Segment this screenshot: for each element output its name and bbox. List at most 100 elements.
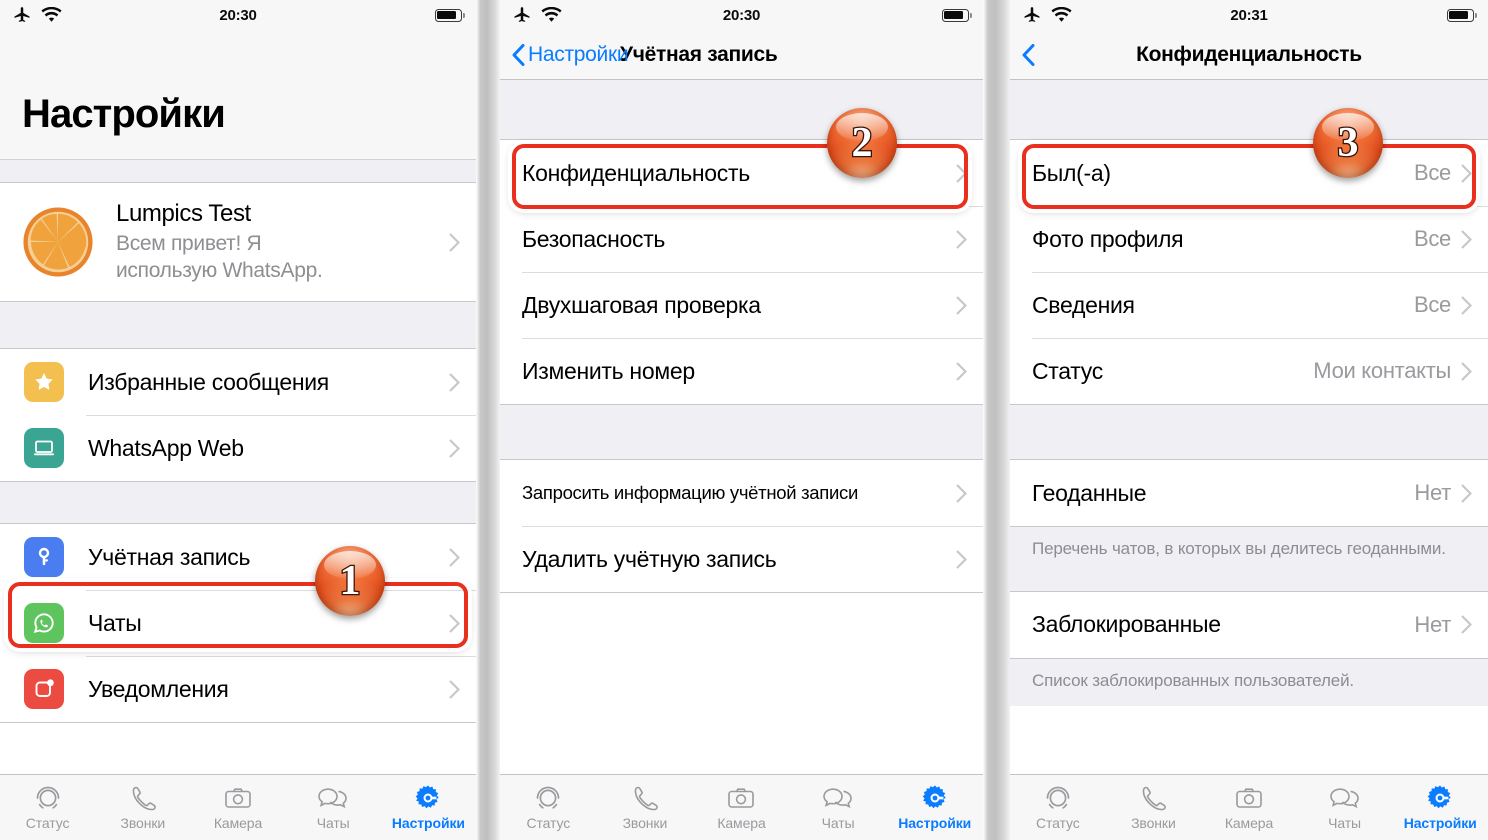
tab-settings[interactable]: Настройки (1392, 784, 1488, 831)
phone-icon (132, 786, 156, 811)
profile-row[interactable]: Lumpics Test Всем привет! Я использую Wh… (0, 183, 476, 301)
tab-label: Чаты (821, 815, 855, 831)
camera-icon (225, 788, 251, 808)
chevron-right-icon (449, 679, 460, 699)
tab-camera[interactable]: Камера (693, 784, 790, 831)
chevron-right-icon (449, 547, 460, 567)
step-badge-3-number: 3 (1336, 120, 1360, 166)
tab-bar: Статус Звонки Камера Чаты Настройки (0, 774, 476, 840)
row-status[interactable]: Статус Мои контакты (1010, 338, 1488, 404)
chevron-right-icon (956, 483, 967, 503)
row-label: Двухшаговая проверка (522, 291, 761, 318)
back-button[interactable]: Настройки (512, 42, 629, 67)
tab-status[interactable]: Статус (500, 784, 597, 831)
row-label: Чаты (88, 609, 142, 636)
tab-label: Камера (1224, 815, 1274, 831)
phone-icon (634, 786, 658, 811)
section-spacer (1010, 80, 1488, 139)
tab-bar: Статус Звонки Камера Чаты Настройки (1010, 774, 1488, 840)
row-label: Сведения (1032, 291, 1135, 318)
row-delete-account[interactable]: Удалить учётную запись (500, 526, 983, 592)
section-spacer (0, 160, 476, 182)
row-change-number[interactable]: Изменить номер (500, 338, 983, 404)
row-value: Все (1413, 226, 1451, 251)
sidebar-item-whatsapp-web[interactable]: WhatsApp Web (0, 415, 476, 481)
section-spacer (0, 482, 476, 523)
battery-icon (435, 8, 466, 22)
tab-calls[interactable]: Звонки (95, 784, 190, 831)
row-two-step-verification[interactable]: Двухшаговая проверка (500, 272, 983, 338)
tab-chats[interactable]: Чаты (286, 784, 381, 831)
tab-status[interactable]: Статус (0, 784, 95, 831)
nav-bar: Конфиденциальность (1010, 30, 1488, 80)
footnote-blocked: Список заблокированных пользователей. (1010, 658, 1488, 707)
row-value: Все (1413, 292, 1451, 317)
profile-status: Всем привет! Я использую WhatsApp. (116, 231, 323, 282)
row-label: Избранные сообщения (88, 368, 329, 395)
tab-camera[interactable]: Камера (1201, 784, 1297, 831)
orange-slice-avatar (23, 207, 93, 277)
chevron-right-icon (956, 361, 967, 381)
phone-panel-privacy: 20:31 Конфиденциальность Был(-а) Все Фот… (1010, 0, 1488, 840)
tab-label: Статус (1035, 815, 1080, 831)
section-spacer (0, 302, 476, 348)
status-bar-right (435, 8, 466, 22)
step-badge-1-number: 1 (338, 558, 362, 604)
tab-calls[interactable]: Звонки (1106, 784, 1202, 831)
row-blocked[interactable]: Заблокированные Нет (1010, 591, 1488, 658)
tab-camera[interactable]: Камера (190, 784, 285, 831)
status-bar-right (942, 8, 973, 22)
row-request-account-info[interactable]: Запросить информацию учётной записи (500, 460, 983, 526)
row-about[interactable]: Сведения Все (1010, 272, 1488, 338)
sidebar-item-starred-messages[interactable]: Избранные сообщения (0, 349, 476, 415)
star-icon (24, 362, 64, 402)
row-last-seen[interactable]: Был(-а) Все (1010, 140, 1488, 206)
chevron-right-icon (1461, 615, 1472, 634)
tab-chats[interactable]: Чаты (1297, 784, 1393, 831)
chevron-left-icon (512, 43, 525, 66)
phone-panel-account: 20:30 Настройки Учётная запись Конфиденц… (500, 0, 983, 840)
row-profile-photo[interactable]: Фото профиля Все (1010, 206, 1488, 272)
camera-icon (1236, 788, 1262, 808)
tab-label: Камера (213, 815, 263, 831)
tab-calls[interactable]: Звонки (597, 784, 694, 831)
panel-divider (476, 0, 500, 840)
status-rings-icon (1046, 786, 1070, 809)
chevron-right-icon (449, 232, 460, 252)
profile-group: Lumpics Test Всем привет! Я использую Wh… (0, 182, 476, 302)
row-value: Мои контакты (1313, 358, 1451, 383)
nav-bar: Настройки Учётная запись (500, 30, 983, 80)
tab-bar: Статус Звонки Камера Чаты Настройки (500, 774, 983, 840)
row-label: Статус (1032, 357, 1103, 384)
gear-icon (1427, 785, 1451, 809)
section-spacer (1010, 574, 1488, 591)
row-label: Удалить учётную запись (522, 545, 777, 572)
sidebar-item-notifications[interactable]: Уведомления (0, 656, 476, 722)
status-rings-icon (36, 786, 59, 809)
row-label: Учётная запись (88, 543, 251, 570)
chevron-right-icon (956, 295, 967, 315)
chevron-right-icon (449, 372, 460, 392)
tab-settings[interactable]: Настройки (886, 784, 983, 831)
step-badge-2: 2 (827, 108, 897, 178)
back-button[interactable] (1022, 43, 1035, 66)
profile-text: Lumpics Test Всем привет! Я использую Wh… (116, 200, 449, 285)
tab-status[interactable]: Статус (1010, 784, 1106, 831)
row-privacy[interactable]: Конфиденциальность (500, 140, 983, 206)
tab-settings[interactable]: Настройки (381, 784, 476, 831)
row-value: Нет (1414, 480, 1451, 505)
chat-bubbles-icon (823, 788, 852, 809)
footnote-live-location: Перечень чатов, в которых вы делитесь ге… (1010, 527, 1488, 575)
chevron-right-icon (449, 438, 460, 458)
sidebar-item-account[interactable]: Учётная запись (0, 524, 476, 590)
row-security[interactable]: Безопасность (500, 206, 983, 272)
step-badge-3: 3 (1313, 108, 1383, 178)
chevron-right-icon (1461, 295, 1472, 315)
tab-label: Чаты (1328, 815, 1362, 831)
row-live-location[interactable]: Геоданные Нет (1010, 460, 1488, 526)
back-button-label: Настройки (528, 42, 629, 66)
sidebar-item-chats[interactable]: Чаты (0, 590, 476, 656)
tab-label: Статус (526, 815, 571, 831)
profile-name: Lumpics Test (116, 199, 251, 227)
tab-chats[interactable]: Чаты (790, 784, 887, 831)
